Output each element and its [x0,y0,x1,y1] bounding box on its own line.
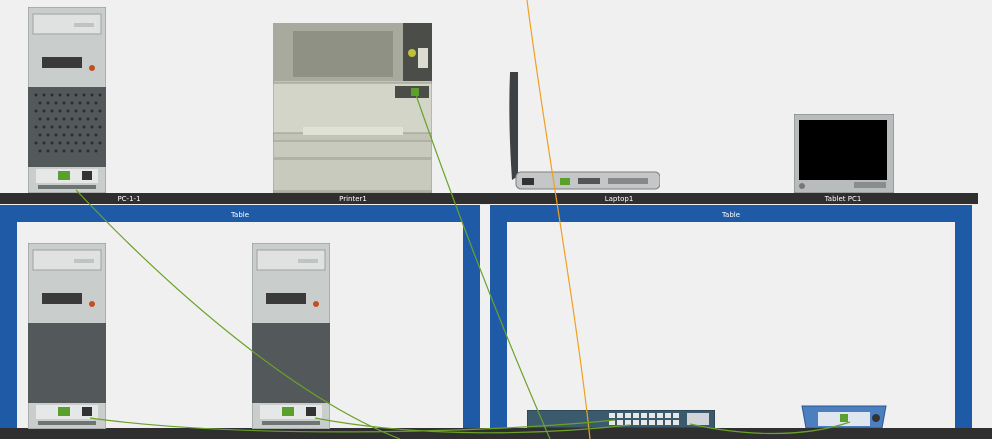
device-label-tablet-pc1[interactable]: Tablet PC1 [810,194,876,205]
tablet-icon[interactable] [794,114,894,193]
printer-icon[interactable] [273,23,432,193]
device-label-pc-1-1[interactable]: PC-1-1 [96,194,162,205]
desktop-tower-icon[interactable] [28,243,106,429]
table-right-title: Table [721,211,741,219]
desktop-tower-icon[interactable] [28,7,106,193]
device-label-printer1[interactable]: Printer1 [320,194,386,205]
table-right[interactable]: Table [490,205,972,439]
desktop-tower-icon[interactable] [252,243,330,429]
device-label-laptop1[interactable]: Laptop1 [586,194,652,205]
wireless-router-icon[interactable] [798,404,890,428]
table-left-title: Table [230,211,250,219]
laptop-icon[interactable] [508,72,660,193]
network-switch-icon[interactable] [527,410,715,428]
bottom-shelf [0,428,992,439]
